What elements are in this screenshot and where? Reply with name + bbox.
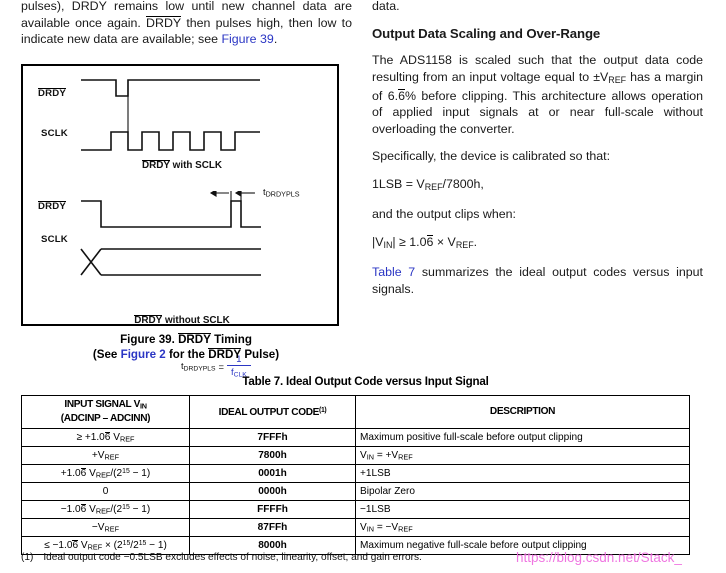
cell-output-code: 0000h xyxy=(189,482,356,501)
cell-output-code: 0001h xyxy=(189,464,356,483)
formula-equals: = xyxy=(218,360,224,372)
diagram-b-waveforms xyxy=(80,191,261,276)
left-column: pulses), DRDY remains low until new chan… xyxy=(21,0,352,59)
cell-output-code: 7800h xyxy=(189,446,356,465)
table-body: ≥ +1.06 VREF 7FFFh Maximum positive full-s… xyxy=(21,428,690,555)
cell-output-code: FFFFh xyxy=(189,500,356,519)
cell-input-signal: −VREF xyxy=(21,518,190,537)
diagram-a-caption: DRDY with SCLK xyxy=(141,160,223,171)
figure-caption-line-1: Figure 39. DRDY Timing xyxy=(120,333,252,346)
table-footnote: (1) Ideal output code −0.5LSB excludes e… xyxy=(21,552,422,563)
table-row: −VREF 87FFh VIN = −VREF xyxy=(21,518,690,537)
table-header-row: INPUT SIGNAL VIN (ADCINP – ADCINN) IDEAL … xyxy=(21,395,690,429)
cell-input-signal: 0 xyxy=(21,482,190,501)
table-title: Table 7. Ideal Output Code versus Input … xyxy=(242,375,489,388)
cell-input-signal: ≥ +1.06 VREF xyxy=(21,428,190,447)
column-header-description: DESCRIPTION xyxy=(355,395,690,429)
diagram-b-caption: DRDY without SCLK xyxy=(134,315,230,326)
csdn-watermark: https://blog.csdn.net/Stack_ xyxy=(516,550,682,565)
cell-input-signal: +VREF xyxy=(21,446,190,465)
figure-2-link[interactable]: Figure 2 xyxy=(121,348,166,361)
right-column-paragraph-2: Specifically, the device is calibrated s… xyxy=(372,149,611,164)
right-column: data. Output Data Scaling and Over-Range… xyxy=(372,0,703,308)
right-column-paragraph-1: The ADS1158 is scaled such that the outp… xyxy=(372,53,703,136)
cell-description: Maximum positive full-scale before outpu… xyxy=(355,428,690,447)
left-column-paragraph: pulses), DRDY remains low until new chan… xyxy=(21,0,352,46)
equation-1lsb: 1LSB = VREF/7800h, xyxy=(372,176,484,192)
right-column-paragraph-4: Table 7 summarizes the ideal output code… xyxy=(372,264,703,297)
cell-input-signal: −1.06 VREF/(215 − 1) xyxy=(21,500,190,519)
figure-caption: Figure 39. DRDY Timing (See Figure 2 for… xyxy=(21,332,351,362)
right-column-top-fragment: data. xyxy=(372,0,400,13)
right-column-paragraph-4-rest: summarizes the ideal output codes versus… xyxy=(372,265,703,296)
table-row: +VREF 7800h VIN = +VREF xyxy=(21,446,690,465)
ideal-output-code-table: INPUT SIGNAL VIN (ADCINP – ADCINN) IDEAL … xyxy=(21,395,690,555)
section-heading: Output Data Scaling and Over-Range xyxy=(372,25,601,41)
equation-clip: |VIN| ≥ 1.06 × VREF. xyxy=(372,234,478,250)
table-7-link[interactable]: Table 7 xyxy=(372,265,415,279)
datasheet-page: pulses), DRDY remains low until new chan… xyxy=(0,0,726,573)
footnote-text: Ideal output code −0.5LSB excludes effec… xyxy=(43,552,422,563)
cell-output-code: 87FFh xyxy=(189,518,356,537)
cell-output-code: 7FFFh xyxy=(189,428,356,447)
right-column-paragraph-3: and the output clips when: xyxy=(372,207,516,222)
cell-input-signal: +1.06 VREF/(215 − 1) xyxy=(21,464,190,483)
table-row: ≥ +1.06 VREF 7FFFh Maximum positive full-s… xyxy=(21,428,690,447)
column-header-input-signal: INPUT SIGNAL VIN (ADCINP – ADCINN) xyxy=(21,395,190,429)
table-row: 0 0000h Bipolar Zero xyxy=(21,482,690,501)
column-header-ideal-output-code: IDEAL OUTPUT CODE(1) xyxy=(189,395,356,429)
diagram-a-waveforms xyxy=(81,79,260,151)
figure-caption-line-2: (See Figure 2 for the DRDY Pulse) xyxy=(92,348,280,361)
table-row: +1.06 VREF/(215 − 1) 0001h +1LSB xyxy=(21,464,690,483)
footnote-marker: (1) xyxy=(21,552,34,563)
cell-description: +1LSB xyxy=(355,464,690,483)
cell-description: VIN = −VREF xyxy=(355,518,690,537)
timing-label-tdrdypls: tDRDYPLS xyxy=(263,186,300,199)
cell-description: VIN = +VREF xyxy=(355,446,690,465)
figure-39-box: DRDY SCLK DRDY with SCLK DRDY SCLK tDRDY… xyxy=(21,64,339,378)
cell-description: Bipolar Zero xyxy=(355,482,690,501)
table-row: −1.06 VREF/(215 − 1) FFFFh −1LSB xyxy=(21,500,690,519)
cell-description: −1LSB xyxy=(355,500,690,519)
